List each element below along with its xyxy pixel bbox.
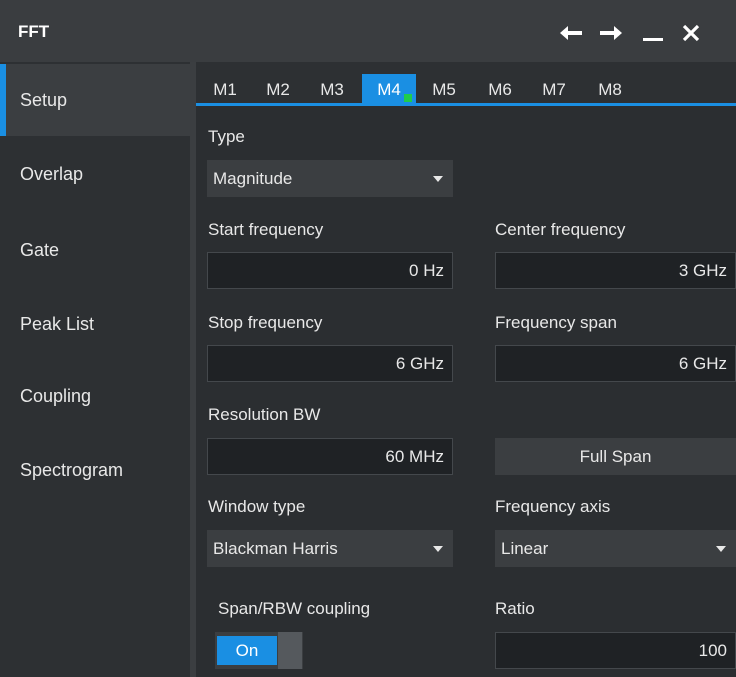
sidebar-item-label: Peak List [20, 313, 95, 334]
chevron-down-icon [433, 546, 443, 552]
frequency-span-label: Frequency span [495, 313, 617, 332]
frequency-axis-label: Frequency axis [495, 497, 611, 516]
sidebar-item-gate[interactable]: Gate [0, 214, 190, 286]
tab-label: M6 [488, 80, 512, 99]
window-title: FFT [18, 22, 50, 41]
resolution-bw-field[interactable]: 60 MHz [207, 438, 453, 475]
type-label: Type [208, 127, 245, 146]
tab-m4[interactable]: M4 [362, 74, 416, 106]
start-frequency-value: 0 Hz [409, 260, 444, 280]
sidebar-item-label: Gate [20, 239, 60, 260]
sidebar-item-setup[interactable]: Setup [0, 64, 190, 136]
tab-m6[interactable]: M6 [474, 74, 526, 106]
tab-m3[interactable]: M3 [306, 74, 358, 106]
sidebar-item-spectrogram[interactable]: Spectrogram [0, 434, 190, 506]
tab-m2[interactable]: M2 [252, 74, 304, 106]
sidebar-item-label: Spectrogram [20, 459, 124, 480]
tab-label: M4 [377, 80, 401, 99]
toggle-knob [278, 632, 302, 669]
tab-m8[interactable]: M8 [584, 74, 636, 106]
center-frequency-field[interactable]: 3 GHz [495, 252, 736, 289]
frequency-span-value: 6 GHz [678, 353, 727, 373]
measurement-tabs: M1 M2 M3 M4 M5 M6 M7 M8 [196, 62, 736, 106]
tab-label: M3 [320, 80, 344, 99]
full-span-button[interactable]: Full Span [495, 438, 736, 475]
ratio-field[interactable]: 100 [495, 632, 736, 669]
window-type-dropdown[interactable]: Blackman Harris [207, 530, 453, 567]
span-rbw-coupling-toggle[interactable]: On [215, 632, 303, 669]
start-frequency-label: Start frequency [208, 220, 324, 239]
center-frequency-value: 3 GHz [678, 260, 727, 280]
span-rbw-coupling-label: Span/RBW coupling [218, 599, 371, 618]
tab-label: M8 [598, 80, 622, 99]
frequency-axis-dropdown[interactable]: Linear [495, 530, 736, 567]
tab-m1[interactable]: M1 [202, 74, 248, 106]
resolution-bw-label: Resolution BW [208, 405, 321, 424]
stop-frequency-field[interactable]: 6 GHz [207, 345, 453, 382]
window-type-label: Window type [208, 497, 306, 516]
arrow-left-icon[interactable] [556, 18, 586, 48]
window-type-value: Blackman Harris [213, 538, 338, 558]
resolution-bw-value: 60 MHz [385, 446, 444, 466]
close-icon[interactable] [676, 18, 706, 48]
title-bar: FFT [0, 0, 736, 62]
chevron-down-icon [716, 546, 726, 552]
tab-underline [196, 103, 736, 106]
type-dropdown[interactable]: Magnitude [207, 160, 453, 197]
tab-m5[interactable]: M5 [418, 74, 470, 106]
tab-label: M7 [542, 80, 566, 99]
type-value: Magnitude [213, 168, 293, 188]
stop-frequency-label: Stop frequency [208, 313, 323, 332]
toggle-on-state: On [217, 636, 277, 665]
chevron-down-icon [433, 176, 443, 182]
frequency-span-field[interactable]: 6 GHz [495, 345, 736, 382]
sidebar-item-label: Overlap [20, 163, 84, 184]
sidebar-item-coupling[interactable]: Coupling [0, 360, 190, 432]
minimize-icon[interactable] [638, 18, 668, 48]
tab-label: M2 [266, 80, 290, 99]
active-indicator [404, 94, 412, 102]
ratio-value: 100 [698, 640, 727, 660]
ratio-label: Ratio [495, 599, 535, 618]
sidebar-item-overlap[interactable]: Overlap [0, 138, 190, 210]
tab-m7[interactable]: M7 [528, 74, 580, 106]
full-span-label: Full Span [579, 446, 652, 466]
sidebar-item-label: Coupling [20, 385, 92, 406]
sidebar-item-peak-list[interactable]: Peak List [0, 288, 190, 360]
frequency-axis-value: Linear [501, 538, 549, 558]
arrow-right-icon[interactable] [596, 18, 626, 48]
sidebar-item-label: Setup [20, 89, 68, 110]
sidebar: Setup Overlap Gate Peak List Coupling Sp… [0, 62, 190, 677]
stop-frequency-value: 6 GHz [395, 353, 444, 373]
center-frequency-label: Center frequency [495, 220, 626, 239]
tab-label: M1 [213, 80, 237, 99]
start-frequency-field[interactable]: 0 Hz [207, 252, 453, 289]
tab-label: M5 [432, 80, 456, 99]
